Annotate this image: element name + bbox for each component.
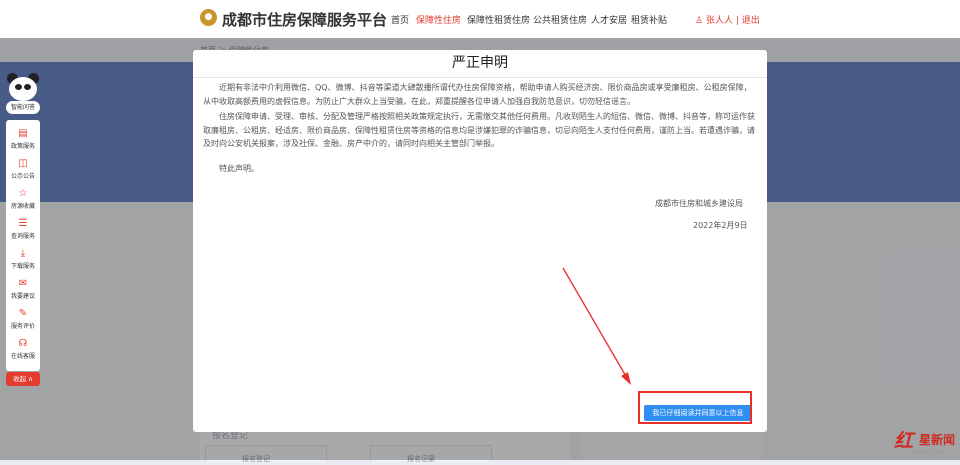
watermark-subtext: 红星新闻 · 四川发布 xyxy=(910,449,946,454)
annotation-arrow xyxy=(562,267,631,385)
watermark-text: 星新闻 xyxy=(919,433,956,447)
